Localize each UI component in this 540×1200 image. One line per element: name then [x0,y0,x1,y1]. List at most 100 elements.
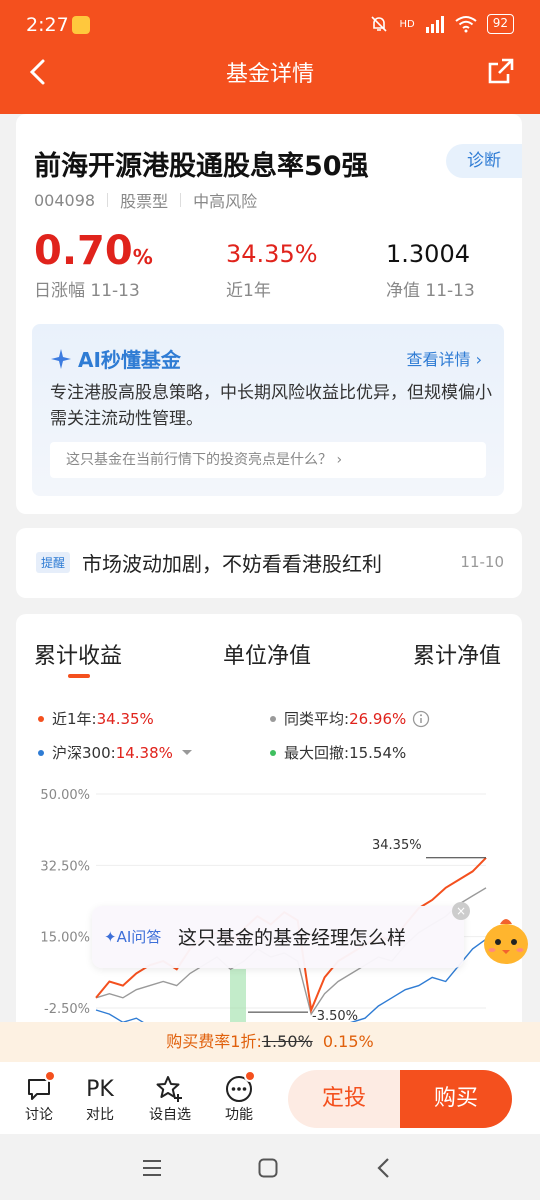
legend-drawdown: 最大回撤: 15.54% [270,742,406,763]
legend-index[interactable]: 沪深300: 14.38% [38,742,193,763]
back-nav-icon[interactable] [374,1156,394,1180]
add-watchlist-label: 设自选 [149,1107,191,1123]
dropdown-triangle-icon [181,749,192,755]
legend-fund-value: 34.35% [96,709,154,728]
legend-dot [270,715,276,722]
pk-icon: PK [86,1076,114,1102]
legend-index-value: 14.38% [115,743,173,762]
ai-summary-title-text: AI秒懂基金 [78,348,181,372]
buy-button[interactable]: 购买 [400,1070,512,1128]
ai-summary-box: AI秒懂基金 查看详情 › 专注港股高股息策略，中长期风险收益比优异，但规模偏小… [32,324,504,496]
nav-label: 净值 11-13 [386,281,475,301]
view-details-link[interactable]: 查看详情 › [406,346,482,370]
legend-fund: 近1年: 34.35% [38,708,154,729]
compare-button[interactable]: PK 对比 [75,1074,125,1124]
fund-risk: 中高风险 [193,192,258,211]
legend-drawdown-value: 15.54% [349,743,407,762]
fund-meta: 004098 股票型 中高风险 [34,188,257,212]
legend-peer-label: 同类平均: [284,710,350,728]
battery-indicator: 92 [486,14,514,34]
fund-name: 前海开源港股通股息率50强 [34,151,369,182]
tab-unit-nav[interactable]: 单位净值 [223,638,311,670]
view-details-label: 查看详情 [406,350,471,369]
status-bar: 2:27 HD 92 [0,0,540,52]
divider [180,193,182,207]
legend-dot [38,715,44,722]
notification-dot [44,1070,56,1082]
day-change: 0.70% [34,228,153,274]
discuss-label: 讨论 [25,1107,53,1123]
legend-dot [270,749,276,756]
mute-icon [371,16,388,32]
ai-question-text: 这只基金在当前行情下的投资亮点是什么？ [66,452,332,468]
day-change-value: 0.70 [34,228,133,274]
sparkle-icon [51,348,71,369]
wifi-icon [455,16,477,33]
ai-qa-label-text: AI问答 [116,928,162,946]
notice-text: 市场波动加剧，不妨看看港股红利 [82,552,382,576]
fee-prefix: 购买费率1折: [166,1032,262,1051]
info-icon[interactable] [412,710,430,728]
fund-code: 004098 [34,190,96,210]
nav-value: 1.3004 [386,240,470,268]
year-return-label: 近1年 [226,281,271,301]
home-icon[interactable] [257,1157,279,1179]
add-watchlist-button[interactable]: 设自选 [145,1074,195,1124]
legend-index-label: 沪深300: [52,744,116,762]
status-time: 2:27 [26,14,69,36]
notification-icon [72,16,90,34]
status-icons: HD 92 [369,14,514,34]
fee-original: 1.50% [261,1032,313,1051]
purchase-fee-bar: 购买费率1折:1.50% 0.15% [0,1022,540,1062]
more-functions-button[interactable]: 功能 [214,1070,264,1124]
ai-qa-floating-prompt[interactable]: ✦AI问答 这只基金的基金经理怎么样 × [92,902,470,968]
y-tick-label: 15.00% [40,931,90,946]
signal-icon [425,16,444,33]
legend-dot [38,749,44,756]
y-tick-label: 50.00% [40,788,90,803]
performance-chart-card: 累计收益 单位净值 累计净值 近1年: 34.35% 同类平均: 26.96% 沪深… [16,614,522,1034]
menu-icon[interactable] [140,1158,164,1178]
ai-question-prompt[interactable]: 这只基金在当前行情下的投资亮点是什么？ › [50,442,486,478]
legend-peer-value: 26.96% [349,709,407,728]
star-plus-icon [156,1076,182,1102]
ai-summary-description: 专注港股高股息策略，中长期风险收益比优异，但规模偏小需关注流动性管理。 [50,383,492,429]
active-tab-indicator [68,674,90,678]
more-functions-label: 功能 [225,1107,253,1123]
ai-qa-label: ✦AI问答 [104,928,162,946]
discuss-button[interactable]: 讨论 [14,1070,64,1124]
legend-drawdown-label: 最大回撤: [284,744,350,762]
bottom-action-bar: 讨论 PK 对比 设自选 功能 定投 购买 [0,1062,540,1134]
chevron-right-icon: › [475,350,482,369]
divider [107,193,109,207]
sip-button[interactable]: 定投 [288,1070,400,1128]
legend-fund-label: 近1年: [52,710,97,728]
network-label: HD [399,18,415,30]
notice-card[interactable]: 提醒 市场波动加剧，不妨看看港股红利 11-10 [16,528,522,598]
fund-overview-card: 前海开源港股通股息率50强 诊断 004098 股票型 中高风险 0.70% 日… [16,114,522,514]
system-navigation-bar [0,1134,540,1200]
year-return: 34.35% [226,240,318,268]
compare-label: 对比 [86,1107,114,1123]
y-tick-label: -2.50% [44,1002,90,1017]
ai-qa-text: 这只基金的基金经理怎么样 [178,927,407,949]
close-icon[interactable]: × [452,902,470,920]
fee-discounted: 0.15% [322,1032,374,1051]
annotation-label: 34.35% [372,838,422,853]
page-title: 基金详情 [225,62,314,87]
day-change-label: 日涨幅 11-13 [34,281,140,301]
top-navbar: 基金详情 [0,52,540,114]
diagnose-button[interactable]: 诊断 [446,144,522,178]
tab-cumulative-nav[interactable]: 累计净值 [413,638,501,670]
notice-date: 11-10 [460,553,504,571]
notification-dot [244,1070,256,1082]
day-change-unit: % [132,245,153,269]
chevron-right-icon: › [336,452,343,468]
tab-cumulative-return[interactable]: 累计收益 [34,638,122,670]
share-icon[interactable] [486,56,516,86]
y-tick-label: 32.50% [40,859,90,874]
mascot-chick-icon[interactable] [478,912,534,968]
return-line-chart: 50.00%32.50%15.00%-2.50%34.35%-3.50% [40,788,487,1034]
notice-badge: 提醒 [36,552,71,573]
fund-type: 股票型 [120,192,169,211]
